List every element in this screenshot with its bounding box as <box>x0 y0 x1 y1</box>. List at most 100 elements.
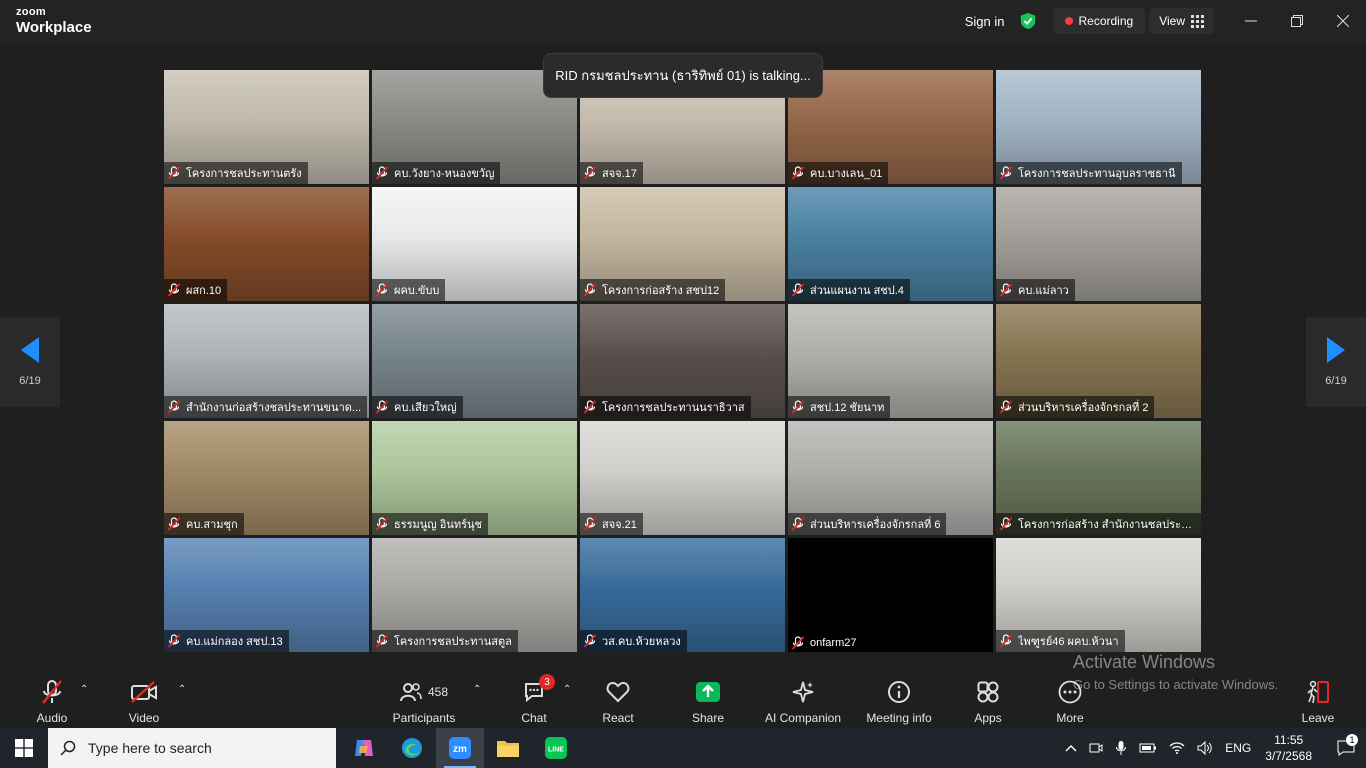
previous-page-button[interactable]: 6/19 <box>0 317 60 407</box>
ai-companion-button[interactable]: AI Companion <box>758 678 848 725</box>
participant-tile[interactable]: คบ.แม่ลาว <box>995 186 1202 302</box>
view-label: View <box>1159 14 1185 28</box>
security-shield-icon[interactable] <box>1019 12 1037 30</box>
leave-label: Leave <box>1301 711 1335 725</box>
volume-icon[interactable] <box>1197 741 1213 755</box>
close-icon <box>1337 15 1349 27</box>
clock-date: 3/7/2568 <box>1265 749 1312 763</box>
participant-name-label: คบ.เสียวใหญ่ <box>372 396 463 418</box>
participant-tile[interactable]: ธรรมนูญ อินทร์นุช <box>371 420 578 536</box>
participant-name-label: ส่วนบริหารเครื่องจักรกลที่ 6 <box>788 513 947 535</box>
share-button[interactable]: Share <box>663 678 753 725</box>
participants-count: 458 <box>427 685 449 699</box>
notification-center-button[interactable]: 1 <box>1326 728 1366 768</box>
participant-name: โครงการก่อสร้าง สำนักงานชลประท... <box>1018 519 1195 531</box>
participant-tile[interactable]: ส่วนบริหารเครื่องจักรกลที่ 6 <box>787 420 994 536</box>
activate-windows-watermark: Activate Windows Go to Settings to activ… <box>1073 652 1278 692</box>
taskbar-edge[interactable] <box>388 728 436 768</box>
taskbar-search-box[interactable]: Type here to search <box>48 728 336 768</box>
react-button[interactable]: React <box>573 678 663 725</box>
close-button[interactable] <box>1320 0 1366 42</box>
participant-name: ส่วนบริหารเครื่องจักรกลที่ 6 <box>810 519 941 531</box>
tray-overflow-chevron-icon[interactable] <box>1065 744 1077 752</box>
apps-icon <box>977 681 999 703</box>
taskbar-clock[interactable]: 11:55 3/7/2568 <box>1265 732 1312 764</box>
participant-tile[interactable]: โครงการก่อสร้าง สชป12 <box>579 186 786 302</box>
mic-muted-icon <box>375 517 389 531</box>
participant-tile[interactable]: ผคบ.ขับบ <box>371 186 578 302</box>
video-gallery: โครงการชลประทานตรัง คบ.วังยาง-หนองขวัญ สจจ… <box>163 69 1203 655</box>
camera-tray-icon[interactable] <box>1089 741 1103 755</box>
page-indicator-right: 6/19 <box>1325 375 1347 387</box>
participant-tile[interactable]: ส่วนบริหารเครื่องจักรกลที่ 2 <box>995 303 1202 419</box>
restore-button[interactable] <box>1274 0 1320 42</box>
participant-tile[interactable]: ไพฑูรย์46 ผคบ.ห้วนา <box>995 537 1202 653</box>
audio-options-chevron-icon[interactable]: ⌃ <box>80 684 88 695</box>
edge-icon <box>402 738 422 758</box>
participant-name-label: onfarm27 <box>788 634 863 652</box>
svg-text:LINE: LINE <box>548 747 564 754</box>
mic-muted-icon <box>791 166 805 180</box>
participant-tile[interactable]: โครงการชลประทานนราธิวาส <box>579 303 786 419</box>
participants-button[interactable]: 458 Participants <box>379 678 469 725</box>
participant-name-label: คบ.แม่ลาว <box>996 279 1075 301</box>
video-options-chevron-icon[interactable]: ⌃ <box>178 684 186 695</box>
taskbar-copilot[interactable] <box>340 728 388 768</box>
participant-name: คบ.เสียวใหญ่ <box>394 402 457 414</box>
taskbar-zoom[interactable]: zm <box>436 728 484 768</box>
battery-icon[interactable] <box>1139 742 1157 754</box>
participant-tile[interactable]: วส.คบ.ห้วยหลวง <box>579 537 786 653</box>
line-app-icon: LINE <box>545 737 567 759</box>
participant-tile[interactable]: โครงการชลประทานสตูล <box>371 537 578 653</box>
leave-button[interactable]: Leave <box>1273 678 1363 725</box>
apps-button[interactable]: Apps <box>943 678 1033 725</box>
meeting-info-button[interactable]: Meeting info <box>854 678 944 725</box>
wifi-icon[interactable] <box>1169 741 1185 755</box>
microphone-tray-icon[interactable] <box>1115 740 1127 756</box>
participant-tile[interactable]: onfarm27 <box>787 537 994 653</box>
taskbar-line[interactable]: LINE <box>532 728 580 768</box>
participant-tile[interactable]: โครงการชลประทานอุบลราชธานี <box>995 69 1202 185</box>
mic-muted-icon <box>167 517 181 531</box>
video-label: Video <box>128 711 160 725</box>
view-button[interactable]: View <box>1149 8 1214 34</box>
participant-name-label: สจจ.21 <box>580 513 643 535</box>
recording-indicator[interactable]: Recording <box>1052 8 1146 34</box>
mic-muted-icon <box>375 166 389 180</box>
chat-label: Chat <box>521 711 547 725</box>
participant-tile[interactable]: สจจ.21 <box>579 420 786 536</box>
participant-tile[interactable]: ส่วนแผนงาน สชป.4 <box>787 186 994 302</box>
participant-tile[interactable]: โครงการก่อสร้าง สำนักงานชลประท... <box>995 420 1202 536</box>
chat-options-chevron-icon[interactable]: ⌃ <box>563 684 571 695</box>
react-label: React <box>602 711 634 725</box>
participant-name-label: ผคบ.ขับบ <box>372 279 446 301</box>
participant-tile[interactable]: สชป.12 ชัยนาท <box>787 303 994 419</box>
participant-tile[interactable]: โครงการชลประทานตรัง <box>163 69 370 185</box>
taskbar-file-explorer[interactable] <box>484 728 532 768</box>
next-page-button[interactable]: 6/19 <box>1306 317 1366 407</box>
participant-tile[interactable]: คบ.เสียวใหญ่ <box>371 303 578 419</box>
sign-in-link[interactable]: Sign in <box>965 14 1005 29</box>
share-screen-icon <box>696 682 720 702</box>
mic-muted-icon <box>375 283 389 297</box>
mic-muted-icon <box>791 400 805 414</box>
participant-name: ส่วนบริหารเครื่องจักรกลที่ 2 <box>1018 402 1149 414</box>
participants-options-chevron-icon[interactable]: ⌃ <box>473 684 481 695</box>
participant-tile[interactable]: คบ.สามชุก <box>163 420 370 536</box>
clock-time: 11:55 <box>1274 733 1304 747</box>
participants-label: Participants <box>392 711 456 725</box>
mic-muted-icon <box>583 400 597 414</box>
title-bar: zoom Workplace Sign in Recording View <box>0 0 1366 42</box>
zoom-logo: zoom Workplace <box>16 7 92 36</box>
video-button[interactable]: Video <box>99 678 189 725</box>
language-indicator[interactable]: ENG <box>1225 741 1251 755</box>
participant-tile[interactable]: สำนักงานก่อสร้างชลประทานขนาด... <box>163 303 370 419</box>
participant-name: วส.คบ.ห้วยหลวง <box>602 636 681 648</box>
mic-muted-icon <box>167 283 181 297</box>
participant-tile[interactable]: ผสก.10 <box>163 186 370 302</box>
participant-name: ไพฑูรย์46 ผคบ.ห้วนา <box>1018 636 1119 648</box>
start-button[interactable] <box>0 728 48 768</box>
windows-logo-icon <box>15 739 33 757</box>
minimize-button[interactable] <box>1228 0 1274 42</box>
participant-tile[interactable]: คบ.แม่กลอง สชป.13 <box>163 537 370 653</box>
